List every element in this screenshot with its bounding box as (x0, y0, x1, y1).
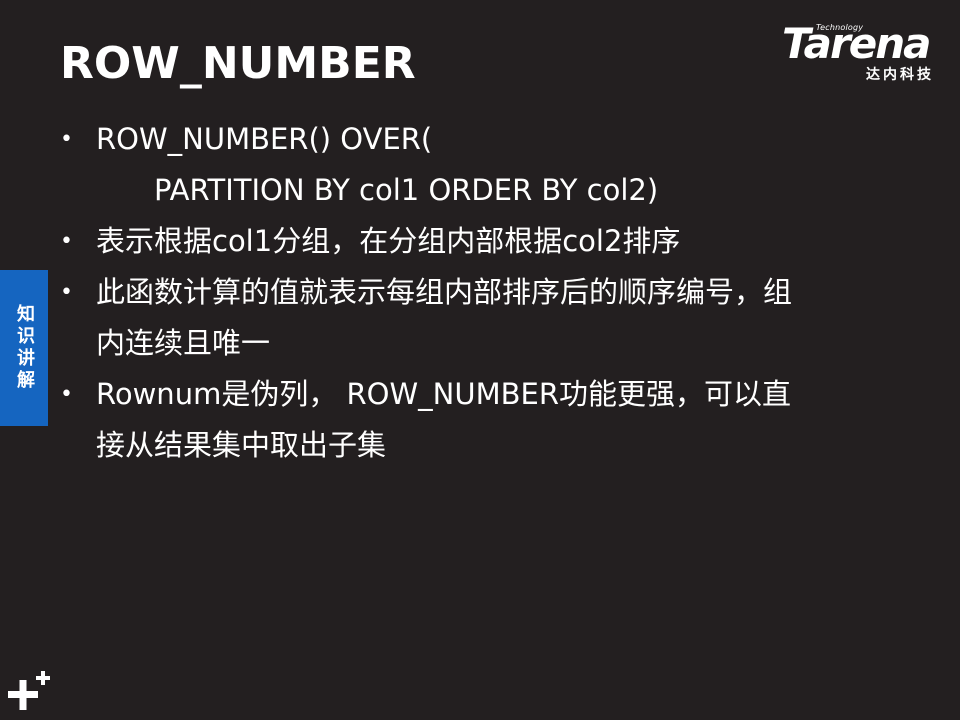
bullet-item: • ROW_NUMBER() OVER( (58, 114, 888, 165)
logo-chinese-name: 达内科技 (866, 67, 934, 83)
knowledge-section-tab: 知识讲解 (0, 270, 48, 426)
bullet-item: • 表示根据col1分组，在分组内部根据col2排序 (58, 216, 888, 267)
bullet-text: 接从结果集中取出子集 (96, 428, 387, 462)
bullet-dot-icon: • (60, 229, 73, 254)
bullet-text: 内连续且唯一 (96, 326, 271, 360)
bullet-list: • ROW_NUMBER() OVER( PARTITION BY col1 O… (58, 114, 888, 471)
slide-title: ROW_NUMBER (60, 38, 416, 89)
bullet-dot-icon: • (60, 382, 73, 407)
bullet-text: 此函数计算的值就表示每组内部排序后的顺序编号，组 (96, 275, 793, 309)
bullet-dot-icon: • (60, 280, 73, 305)
logo-wordmark: Tarena (782, 19, 931, 68)
bullet-dot-icon: • (60, 127, 73, 152)
bullet-item: • 此函数计算的值就表示每组内部排序后的顺序编号，组 内连续且唯一 (58, 267, 888, 369)
bullet-text: Rownum是伪列， ROW_NUMBER功能更强，可以直 (96, 377, 791, 411)
side-tab-label: 知识讲解 (14, 304, 35, 392)
bullet-text: ROW_NUMBER() OVER( (96, 122, 433, 156)
bullet-text: 表示根据col1分组，在分组内部根据col2排序 (96, 224, 681, 258)
plus-plus-icon (8, 671, 50, 710)
bullet-item: • Rownum是伪列， ROW_NUMBER功能更强，可以直 接从结果集中取出… (58, 369, 888, 471)
bullet-continuation: PARTITION BY col1 ORDER BY col2) (154, 173, 659, 207)
